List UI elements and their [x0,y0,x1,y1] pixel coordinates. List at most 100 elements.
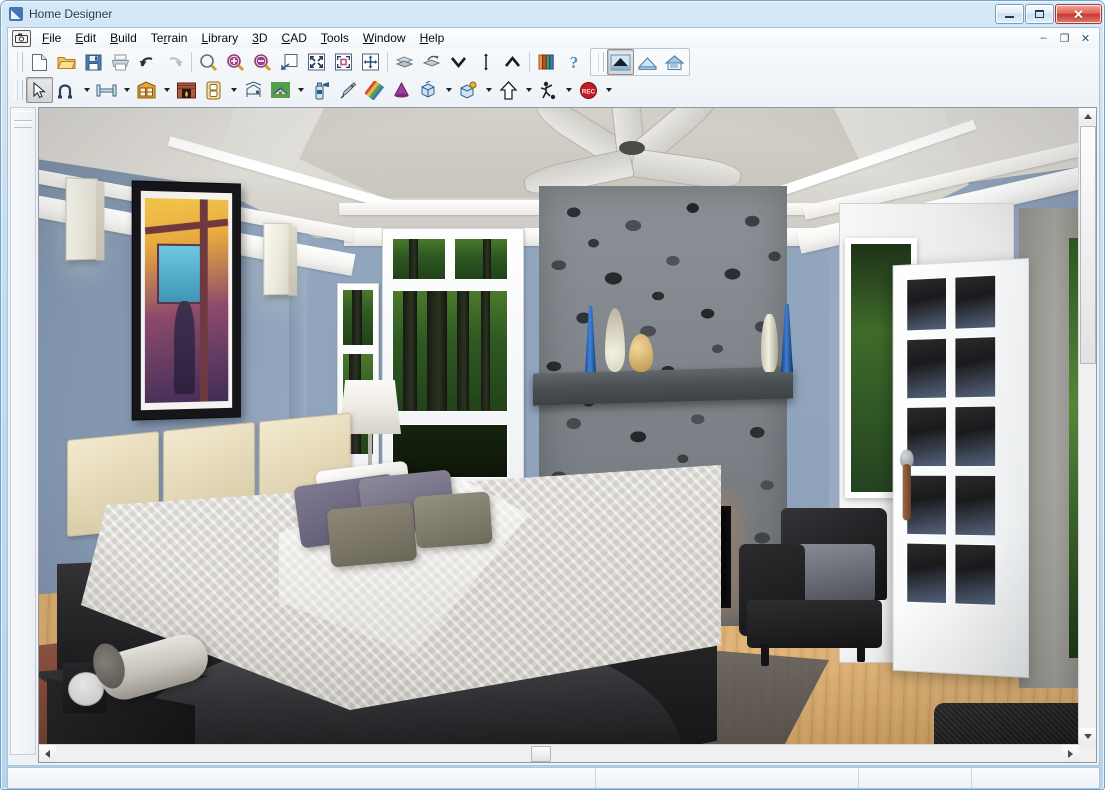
menu-bar: FFileile Edit Build Terrain Library 3D C… [7,27,1100,48]
toolbar-grip[interactable] [14,52,23,72]
cabinet-icon[interactable] [133,77,160,103]
question-mark-icon[interactable]: ? [560,49,587,75]
up-arrow-block-icon[interactable] [495,77,522,103]
zoom-in-button[interactable] [222,49,249,75]
print-button[interactable] [107,49,134,75]
3d-render-canvas[interactable] [39,108,1079,745]
mdi-minimize-button[interactable]: – [1033,29,1054,48]
exterior-tools-dropdown[interactable] [294,77,307,103]
zoom-button[interactable] [195,49,222,75]
record-rec-icon[interactable]: REC [575,77,602,103]
railing-icon[interactable] [93,77,120,103]
move-up-dropdown[interactable] [522,77,535,103]
french-door [892,258,1029,678]
toolbar-separator [191,52,192,72]
vase-gold-gourd [629,334,653,372]
menu-file[interactable]: FFileile [35,29,68,47]
zoom-previous-button[interactable] [276,49,303,75]
svg-text:?: ? [569,53,578,71]
overview-camera-button[interactable] [634,49,661,75]
toolbar-grip[interactable] [595,52,604,72]
undo-button[interactable] [134,49,161,75]
menu-tools[interactable]: Tools [314,29,356,47]
3d-camera-viewport[interactable] [38,107,1097,763]
chevron-up-icon[interactable] [499,49,526,75]
maximize-button[interactable] [1025,4,1054,24]
zoom-out-button[interactable] [249,49,276,75]
save-plan-button[interactable] [80,49,107,75]
library-browser-button[interactable] [533,49,560,75]
open-plan-button[interactable] [53,49,80,75]
triangle-down-icon [1083,734,1092,739]
cube-slice-icon[interactable] [455,77,482,103]
close-icon: ✕ [1073,6,1084,22]
door-lite [906,474,947,536]
left-toolbar-dock[interactable] [10,107,36,755]
furniture-icon[interactable] [240,77,267,103]
left-dock-grip-2[interactable] [14,122,32,128]
menu-help[interactable]: Help [413,29,452,47]
fill-window-button[interactable] [303,49,330,75]
mdi-restore-button[interactable]: ❐ [1054,29,1075,48]
tree-trunk [457,291,469,411]
menu-edit[interactable]: Edit [68,29,103,47]
electrical-tools-dropdown[interactable] [227,77,240,103]
chevron-down-icon[interactable] [445,49,472,75]
full-camera-button[interactable] [607,49,634,75]
color-stripes-icon[interactable] [361,77,388,103]
menu-build[interactable]: Build [103,29,144,47]
viewport-horizontal-scrollbar[interactable] [39,744,1079,762]
wall-curve-icon[interactable] [53,77,80,103]
terrain-cone-icon[interactable] [388,77,415,103]
fireplace-icon[interactable] [173,77,200,103]
scroll-left-button[interactable] [39,745,56,762]
select-objects-button[interactable] [26,77,53,103]
pan-window-button[interactable] [357,49,384,75]
scroll-up-button[interactable] [1079,108,1096,125]
fill-window-building-button[interactable] [330,49,357,75]
scroll-right-button[interactable] [1062,745,1079,762]
tree-trunk [483,239,491,279]
house-exterior-icon[interactable] [267,77,294,103]
vertical-scroll-thumb[interactable] [1080,126,1096,364]
left-dock-grip[interactable] [14,111,32,121]
eyedropper-icon[interactable] [334,77,361,103]
menu-window[interactable]: Window [356,29,413,47]
viewport-vertical-scrollbar[interactable] [1078,108,1096,745]
armchair-left [739,508,889,666]
status-bar [7,767,1100,789]
cube-stack-icon[interactable] [415,77,442,103]
record-walkthrough-dropdown[interactable] [602,77,615,103]
horizontal-scroll-thumb[interactable] [531,746,551,762]
walkthrough-person-icon[interactable] [535,77,562,103]
3d-views-dropdown[interactable] [442,77,455,103]
floor-level-button[interactable] [472,49,499,75]
mdi-close-button[interactable]: ✕ [1075,29,1096,48]
toolbar-grip[interactable] [14,80,23,100]
wall-tools-dropdown[interactable] [80,77,93,103]
cabinet-tools-dropdown[interactable] [160,77,173,103]
menu-library[interactable]: Library [194,29,245,47]
menu-terrain[interactable]: Terrain [144,29,195,47]
electrical-outlet-icon[interactable] [200,77,227,103]
door-lite [906,337,947,400]
redo-button[interactable] [161,49,188,75]
walkthrough-dropdown[interactable] [562,77,575,103]
cross-section-dropdown[interactable] [482,77,495,103]
minimize-button[interactable] [995,4,1024,24]
close-button[interactable]: ✕ [1055,4,1102,24]
door-lite [954,336,997,399]
new-plan-button[interactable] [26,49,53,75]
reference-display-button[interactable] [391,49,418,75]
chevron-down-icon [83,88,90,92]
scroll-down-button[interactable] [1079,728,1096,745]
fan-hub [619,141,645,155]
menu-3d[interactable]: 3D [245,29,274,47]
menu-cad[interactable]: CAD [275,29,314,47]
railing-tools-dropdown[interactable] [120,77,133,103]
camera-icon[interactable] [12,29,31,47]
floor-up-button[interactable] [418,49,445,75]
ceiling-fan [507,108,757,200]
doll-house-view-button[interactable] [661,49,688,75]
spray-can-icon[interactable] [307,77,334,103]
